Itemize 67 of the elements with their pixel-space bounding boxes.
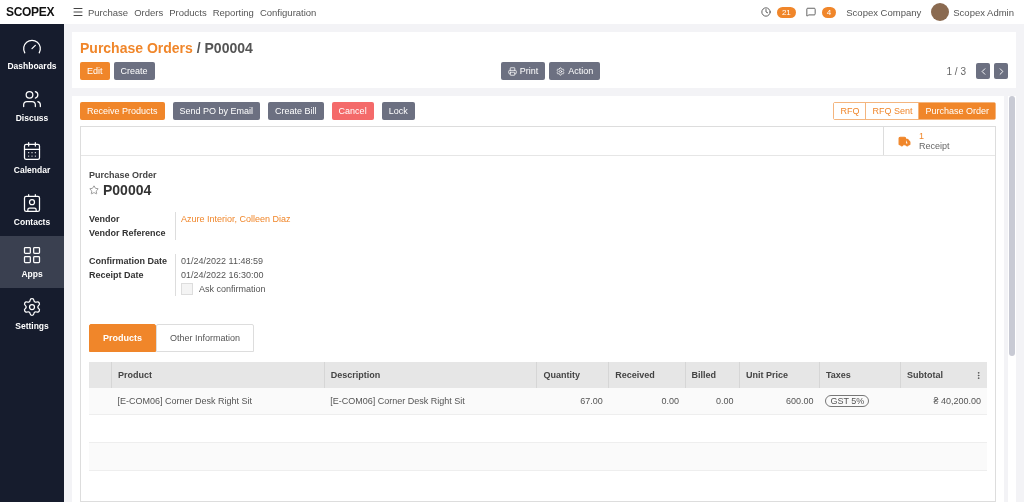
table-cell: 67.00 [536, 388, 609, 415]
gear-icon [556, 66, 566, 76]
print-button[interactable]: Print [500, 62, 546, 80]
breadcrumb: Purchase Orders / P00004 [80, 40, 254, 56]
settings-icon [22, 297, 42, 317]
form-caption: Purchase Order [89, 170, 158, 180]
action-button[interactable]: Lock [381, 102, 415, 120]
menu-item[interactable]: Reporting [212, 6, 254, 18]
column-header[interactable]: Received [608, 362, 686, 388]
scrollbar-thumb[interactable] [1009, 96, 1015, 356]
sidebar-item[interactable]: Discuss [0, 80, 64, 132]
table-cell: 0.00 [685, 388, 740, 415]
user-avatar[interactable] [931, 3, 950, 21]
field-value: 01/24/2022 16:30:00 [181, 269, 264, 281]
sidebar-item[interactable]: Contacts [0, 184, 64, 236]
pager-counter: 1 / 3 [946, 65, 966, 77]
next-button[interactable] [994, 63, 1008, 79]
table-cell: [E-COM06] Corner Desk Right Sit [324, 388, 537, 415]
more-icon[interactable] [974, 371, 983, 380]
sidebar-item[interactable]: Settings [0, 288, 64, 340]
table-cell: 0.00 [608, 388, 686, 415]
checkbox[interactable] [181, 283, 193, 295]
sidebar-item[interactable]: Apps [0, 236, 64, 288]
field-label: Confirmation Date [89, 255, 168, 268]
action-button[interactable]: Action [549, 62, 601, 80]
truck-icon [898, 134, 911, 148]
column-header[interactable]: Description [324, 362, 537, 388]
action-button[interactable]: Create Bill [268, 102, 324, 120]
menu-icon[interactable] [72, 6, 84, 18]
column-header[interactable]: Subtotal [900, 362, 987, 388]
create-button[interactable]: Create [113, 62, 155, 80]
table-cell: 600.00 [739, 388, 820, 415]
record-name: P00004 [103, 182, 152, 198]
menu-item[interactable]: Orders [134, 6, 164, 18]
user-name[interactable]: Scopex Admin [953, 6, 1014, 18]
column-header[interactable]: Billed [685, 362, 740, 388]
tab[interactable]: Other Information [156, 324, 255, 352]
contact-card-icon [22, 193, 42, 213]
company-name[interactable]: Scopex Company [846, 6, 922, 18]
sidebar-item[interactable]: Dashboards [0, 28, 64, 80]
checkbox-label: Ask confirmation [199, 283, 266, 295]
grid-icon [22, 245, 42, 265]
app-name[interactable]: Purchase [88, 6, 129, 18]
printer-icon [507, 66, 517, 76]
column-header[interactable]: Unit Price [739, 362, 820, 388]
activity-count: 21 [776, 6, 796, 18]
column-header[interactable]: Quantity [536, 362, 609, 388]
table-cell: ₴ 40,200.00 [900, 388, 987, 415]
field-label: Receipt Date [89, 269, 145, 282]
logo: SCOPEX [6, 5, 56, 19]
menu-item[interactable]: Configuration [259, 6, 317, 18]
field-value: 01/24/2022 11:48:59 [181, 255, 263, 267]
previous-button[interactable] [976, 63, 990, 79]
menu-item[interactable]: Products [169, 6, 207, 18]
clock-icon[interactable] [760, 7, 771, 17]
people-icon [22, 89, 42, 109]
column-header[interactable]: Taxes [819, 362, 901, 388]
field-label: Vendor Reference [89, 227, 167, 240]
sidebar-item[interactable]: Calendar [0, 132, 64, 184]
message-count: 4 [821, 6, 837, 18]
star-icon[interactable] [89, 185, 99, 195]
column-header[interactable]: Product [111, 362, 325, 388]
calendar-icon [22, 141, 42, 161]
field-label: Vendor [89, 213, 121, 226]
table-cell: [E-COM06] Corner Desk Right Sit [111, 388, 325, 415]
action-button[interactable]: Send PO by Email [172, 102, 261, 120]
chat-icon[interactable] [805, 7, 816, 17]
